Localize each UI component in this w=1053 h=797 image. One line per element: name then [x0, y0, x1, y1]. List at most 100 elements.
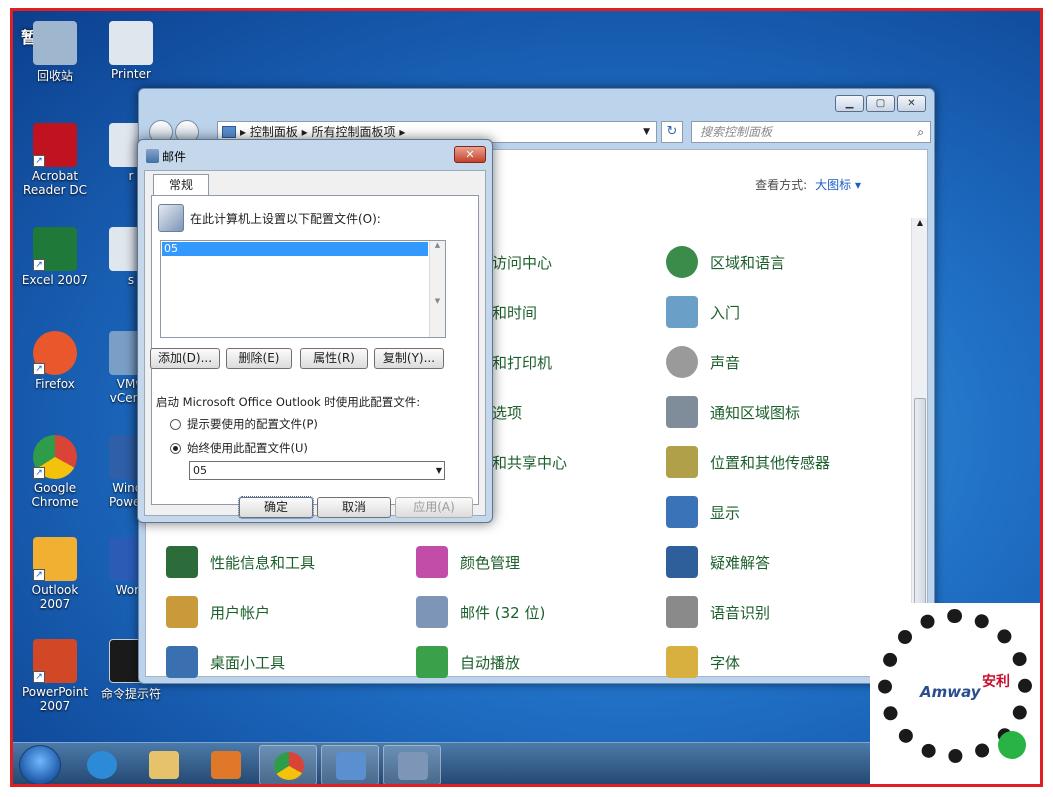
- internet-explorer-icon: [87, 751, 117, 779]
- cp-item-performance[interactable]: 性能信息和工具: [166, 544, 315, 580]
- start-button[interactable]: [19, 745, 61, 784]
- search-icon[interactable]: ⌕: [917, 122, 924, 142]
- taskbar-item-ie[interactable]: [73, 745, 131, 784]
- cp-item-network-sharing[interactable]: 和共享中心: [492, 444, 567, 480]
- view-by: 查看方式: 大图标 ▾: [755, 176, 861, 193]
- cp-item-label: 访问中心: [492, 253, 553, 272]
- desktop-icon-printer[interactable]: Printer: [89, 21, 173, 81]
- profile-select[interactable]: 05 ▼: [189, 461, 445, 480]
- chevron-down-icon[interactable]: ▼: [436, 462, 442, 479]
- excel-icon: ↗: [33, 227, 77, 271]
- cp-item-label: 性能信息和工具: [210, 553, 316, 572]
- maximize-button[interactable]: ▢: [866, 95, 895, 112]
- cp-item-sound[interactable]: 声音: [666, 344, 740, 380]
- startup-profile-label: 启动 Microsoft Office Outlook 时使用此配置文件:: [156, 395, 421, 409]
- microphone-icon: [666, 596, 698, 628]
- desktop-icon-label: Acrobat Reader DC: [23, 169, 87, 197]
- scroll-up-icon[interactable]: ▲: [912, 218, 928, 232]
- desktop-icon-outlook[interactable]: ↗ Outlook 2007: [13, 537, 97, 611]
- tab-panel: 在此计算机上设置以下配置文件(O): 05 ▲ ▼ 添加(D)... 删除(E) …: [150, 195, 479, 505]
- properties-button[interactable]: 属性(R): [300, 348, 368, 369]
- cp-item-label: 位置和其他传感器: [710, 453, 831, 472]
- search-input[interactable]: 搜索控制面板 ⌕: [691, 121, 931, 143]
- minimize-button[interactable]: ▁: [835, 95, 864, 112]
- list-item[interactable]: 05: [162, 242, 428, 256]
- cp-item-troubleshooting[interactable]: 疑难解答: [666, 544, 770, 580]
- taskbar-item-chrome[interactable]: [259, 745, 317, 784]
- desktop-icon-chrome[interactable]: ↗ Google Chrome: [13, 435, 97, 509]
- desktop[interactable]: 暂停 回收站 Printer ↗ Acrobat Reader DC r ↗ E…: [13, 11, 1040, 784]
- cp-item-access-center[interactable]: 访问中心: [492, 244, 552, 280]
- cancel-button[interactable]: 取消: [317, 497, 391, 518]
- radio-prompt-profile[interactable]: 提示要使用的配置文件(P): [170, 416, 318, 432]
- taskbar-item-mail[interactable]: [383, 745, 441, 784]
- cp-item-gadgets[interactable]: 桌面小工具: [166, 644, 285, 680]
- cp-item-color-management[interactable]: 颜色管理: [416, 544, 520, 580]
- search-placeholder: 搜索控制面板: [700, 125, 773, 139]
- cp-item-speech-recognition[interactable]: 语音识别: [666, 594, 770, 630]
- desktop-icon-acrobat[interactable]: ↗ Acrobat Reader DC: [13, 123, 97, 197]
- selected-profile: 05: [193, 464, 207, 477]
- shortcut-arrow-icon: ↗: [33, 259, 45, 271]
- radio-button-selected[interactable]: [170, 442, 181, 454]
- refresh-button[interactable]: ↻: [661, 121, 683, 143]
- cp-item-devices-printers[interactable]: 和打印机: [492, 344, 552, 380]
- remove-profile-button[interactable]: 删除(E): [226, 348, 292, 369]
- desktop-icon-powerpoint[interactable]: ↗ PowerPoint 2007: [13, 639, 97, 713]
- recycle-bin-icon: [33, 21, 77, 65]
- cp-item-label: 选项: [492, 403, 523, 422]
- desktop-icon-excel[interactable]: ↗ Excel 2007: [13, 227, 97, 287]
- window-controls: ▁ ▢ ✕: [835, 95, 926, 112]
- copy-profile-button[interactable]: 复制(Y)...: [374, 348, 444, 369]
- desktop-icon-firefox[interactable]: ↗ Firefox: [13, 331, 97, 391]
- ok-button[interactable]: 确定: [238, 496, 314, 519]
- autoplay-icon: [416, 646, 448, 678]
- profiles-list[interactable]: 05 ▲ ▼: [160, 240, 446, 338]
- cp-item-notification-icons[interactable]: 通知区域图标: [666, 394, 800, 430]
- view-by-dropdown[interactable]: 大图标 ▾: [815, 178, 861, 192]
- view-by-label: 查看方式:: [755, 178, 808, 192]
- cp-item-label: 入门: [710, 303, 741, 322]
- radio-button[interactable]: [170, 418, 181, 430]
- list-scrollbar[interactable]: ▲ ▼: [429, 241, 445, 337]
- taskbar-item-explorer[interactable]: [135, 745, 193, 784]
- speaker-icon: [666, 346, 698, 378]
- media-player-icon: [211, 751, 241, 779]
- cp-item-label: 区域和语言: [710, 253, 786, 272]
- close-button[interactable]: ✕: [454, 146, 486, 163]
- breadcrumb-sep-icon: ▸: [297, 125, 312, 139]
- mail-dialog[interactable]: 邮件 ✕ 常规 在此计算机上设置以下配置文件(O): 05 ▲ ▼ 添加(D)..…: [137, 139, 493, 523]
- powerpoint-icon: ↗: [33, 639, 77, 683]
- printer-icon: [109, 21, 153, 65]
- desktop-icon-recycle-bin[interactable]: 回收站: [13, 21, 97, 84]
- cp-item-location-sensors[interactable]: 位置和其他传感器: [666, 444, 830, 480]
- cp-item-autoplay[interactable]: 自动播放: [416, 644, 520, 680]
- cp-item-region-language[interactable]: 区域和语言: [666, 244, 785, 280]
- breadcrumb-current[interactable]: 所有控制面板项: [312, 125, 396, 139]
- cp-item-user-accounts[interactable]: 用户帐户: [166, 594, 270, 630]
- radio-always-use-profile[interactable]: 始终使用此配置文件(U): [170, 440, 308, 456]
- cp-item-mail[interactable]: 邮件 (32 位): [416, 594, 545, 630]
- qr-code-watermark: Amway 安利: [870, 603, 1040, 784]
- close-button[interactable]: ✕: [897, 95, 926, 112]
- control-panel-icon: [336, 752, 366, 780]
- cp-item-display[interactable]: 显示: [666, 494, 740, 530]
- taskbar-item-control-panel[interactable]: [321, 745, 379, 784]
- cp-item-date-time[interactable]: 和时间: [492, 294, 537, 330]
- mail-icon: [158, 204, 184, 232]
- desktop-icon-label: 回收站: [36, 69, 73, 83]
- taskbar-item-media-player[interactable]: [197, 745, 255, 784]
- desktop-icon-label: Excel 2007: [21, 273, 89, 287]
- breadcrumb-root[interactable]: 控制面板: [250, 125, 298, 139]
- shortcut-arrow-icon: ↗: [33, 155, 45, 167]
- cp-item-getting-started[interactable]: 入门: [666, 294, 740, 330]
- cp-item-label: 邮件 (32 位): [460, 603, 546, 622]
- tab-general[interactable]: 常规: [153, 174, 209, 196]
- radio-label: 始终使用此配置文件(U): [187, 441, 308, 455]
- getting-started-icon: [666, 296, 698, 328]
- cp-item-fonts[interactable]: 字体: [666, 644, 740, 680]
- chevron-down-icon[interactable]: ▼: [643, 122, 650, 142]
- profiles-header: 在此计算机上设置以下配置文件(O):: [158, 204, 381, 232]
- add-profile-button[interactable]: 添加(D)...: [150, 348, 220, 369]
- cp-item-options[interactable]: 选项: [492, 394, 522, 430]
